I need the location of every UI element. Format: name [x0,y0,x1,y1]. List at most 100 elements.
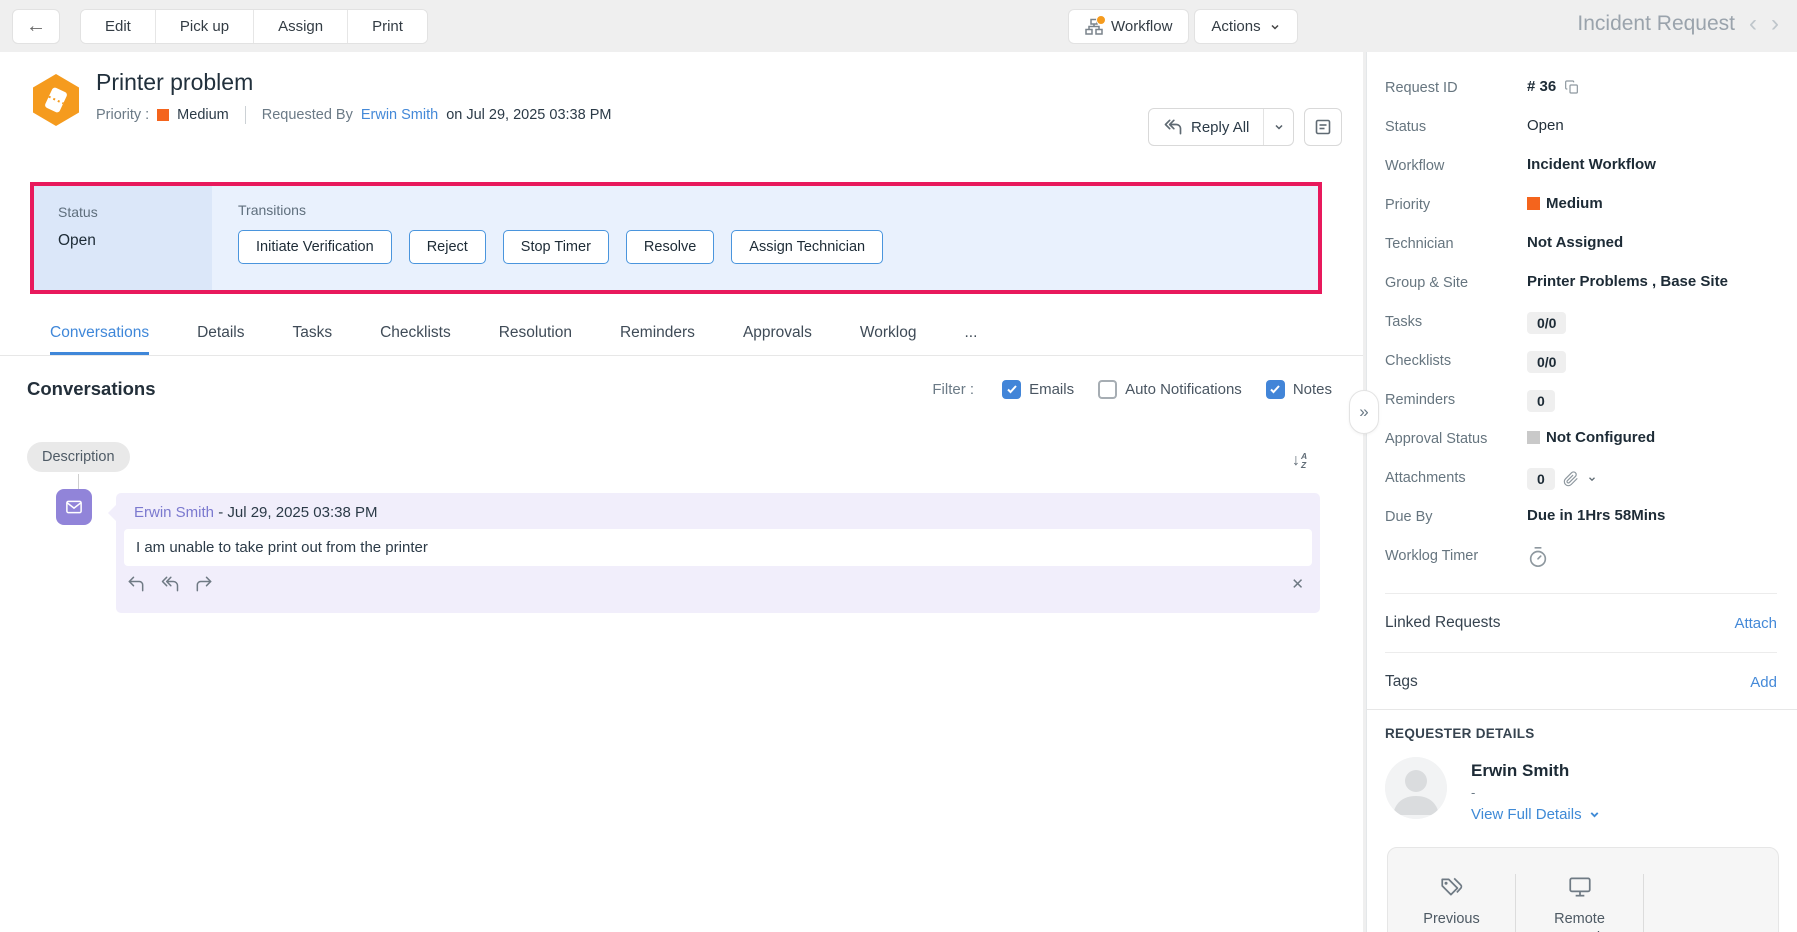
assign-technician-button[interactable]: Assign Technician [731,230,883,264]
transitions-label: Transitions [238,202,1318,218]
checklists-count-badge[interactable]: 0/0 [1527,351,1566,373]
tab-more[interactable]: ... [964,310,977,355]
workflow-field-value: Incident Workflow [1527,156,1656,173]
tab-tasks[interactable]: Tasks [292,310,332,355]
actions-button[interactable]: Actions [1194,9,1297,44]
requester-name: Erwin Smith [1471,761,1601,781]
filter-emails[interactable]: Emails [1002,380,1074,399]
edit-button[interactable]: Edit [81,10,156,43]
add-note-button[interactable] [1304,108,1342,146]
due-by-label: Due By [1385,507,1513,525]
sidebar-section-divider [1367,709,1797,710]
previous-request-icon[interactable]: ‹ [1749,12,1757,36]
status-panel: Status Open [34,186,212,290]
tab-conversations[interactable]: Conversations [50,310,149,355]
meta-divider [245,106,246,124]
reply-all-label: Reply All [1191,119,1249,136]
add-tag-link[interactable]: Add [1750,674,1777,691]
page-title: Incident Request [1577,12,1735,36]
conversation-sender-link[interactable]: Erwin Smith [134,504,214,521]
reject-button[interactable]: Reject [409,230,486,264]
filter-label: Filter : [932,381,974,398]
attachments-count-badge[interactable]: 0 [1527,468,1555,490]
tab-reminders[interactable]: Reminders [620,310,695,355]
status-transitions-box: Status Open Transitions Initiate Verific… [30,182,1322,294]
remote-connection-button[interactable]: Remote Connection [1516,874,1644,932]
request-title: Printer problem [96,69,253,96]
field-row-approval-status: Approval Status Not Configured [1385,429,1777,468]
priority-field-value: Medium [1546,195,1603,212]
field-row-workflow: Workflow Incident Workflow [1385,156,1777,195]
previous-requests-label: Previous Requests [1402,910,1502,932]
technician-field-value: Not Assigned [1527,234,1623,251]
sort-button[interactable]: ↓ AZ [1292,452,1307,471]
assign-button[interactable]: Assign [254,10,348,43]
request-main-panel: Printer problem Priority : Medium Reques… [0,52,1363,932]
remote-connection-label: Remote Connection [1530,910,1630,932]
avatar [1385,757,1447,819]
request-id-label: Request ID [1385,78,1513,96]
conversation-separator: - [218,504,223,521]
notes-checkbox[interactable] [1266,380,1285,399]
auto-notifications-checkbox[interactable] [1098,380,1117,399]
group-site-label: Group & Site [1385,273,1513,291]
tab-details[interactable]: Details [197,310,244,355]
field-row-status: Status Open [1385,117,1777,156]
attach-link[interactable]: Attach [1734,615,1777,632]
resolve-button[interactable]: Resolve [626,230,714,264]
tags-row: Tags Add [1385,661,1777,703]
workflow-alert-badge [1096,15,1106,25]
technician-field-label: Technician [1385,234,1513,252]
reply-all-button[interactable]: Reply All [1149,117,1263,137]
sort-arrow-icon: ↓ [1292,452,1300,470]
view-full-details-link[interactable]: View Full Details [1471,806,1601,823]
reply-all-small-icon[interactable] [160,574,180,594]
field-row-priority: Priority Medium [1385,195,1777,234]
paperclip-icon[interactable] [1563,471,1579,487]
top-toolbar: ← Edit Pick up Assign Print Workflow Act… [0,0,1797,52]
sidebar-collapse-handle[interactable]: » [1349,390,1379,434]
conversation-timestamp: Jul 29, 2025 03:38 PM [227,504,377,521]
reply-icon[interactable] [126,574,146,594]
previous-requests-button[interactable]: Previous Requests [1388,874,1516,932]
tab-approvals[interactable]: Approvals [743,310,812,355]
conversations-heading: Conversations [27,378,156,400]
approval-status-square [1527,431,1540,444]
stop-timer-button[interactable]: Stop Timer [503,230,609,264]
requested-by-label: Requested By [262,107,353,123]
linked-requests-row: Linked Requests Attach [1385,602,1777,644]
filter-auto-notifications[interactable]: Auto Notifications [1098,380,1242,399]
initiate-verification-button[interactable]: Initiate Verification [238,230,392,264]
tasks-count-badge[interactable]: 0/0 [1527,312,1566,334]
tab-worklog[interactable]: Worklog [860,310,917,355]
priority-value: Medium [177,107,229,123]
filter-notes[interactable]: Notes [1266,380,1332,399]
attachments-chevron-icon[interactable] [1587,474,1597,484]
tasks-label: Tasks [1385,312,1513,330]
toolbar-button-group: Edit Pick up Assign Print [80,9,428,44]
field-row-tasks: Tasks 0/0 [1385,312,1777,351]
reply-controls: Reply All [1148,108,1342,146]
requester-link[interactable]: Erwin Smith [361,107,438,123]
workflow-button[interactable]: Workflow [1068,9,1189,44]
print-button[interactable]: Print [348,10,427,43]
notes-checkbox-label: Notes [1293,381,1332,398]
emails-checkbox-label: Emails [1029,381,1074,398]
reply-dropdown-button[interactable] [1263,109,1293,145]
due-by-value: Due in 1Hrs 58Mins [1527,507,1665,524]
emails-checkbox[interactable] [1002,380,1021,399]
request-properties-sidebar: Request ID # 36 Status Open Workflow Inc… [1366,52,1797,932]
close-icon[interactable]: ✕ [1291,575,1304,593]
back-button[interactable]: ← [12,9,60,44]
copy-icon[interactable] [1564,79,1580,95]
pickup-button[interactable]: Pick up [156,10,254,43]
checklists-label: Checklists [1385,351,1513,369]
reminders-count-badge[interactable]: 0 [1527,390,1555,412]
tab-checklists[interactable]: Checklists [380,310,451,355]
next-request-icon[interactable]: › [1771,12,1779,36]
conversation-item: Erwin Smith - Jul 29, 2025 03:38 PM I am… [116,493,1320,613]
stopwatch-icon[interactable] [1527,546,1549,568]
email-icon[interactable] [56,489,92,525]
tab-resolution[interactable]: Resolution [499,310,572,355]
forward-icon[interactable] [194,574,214,594]
